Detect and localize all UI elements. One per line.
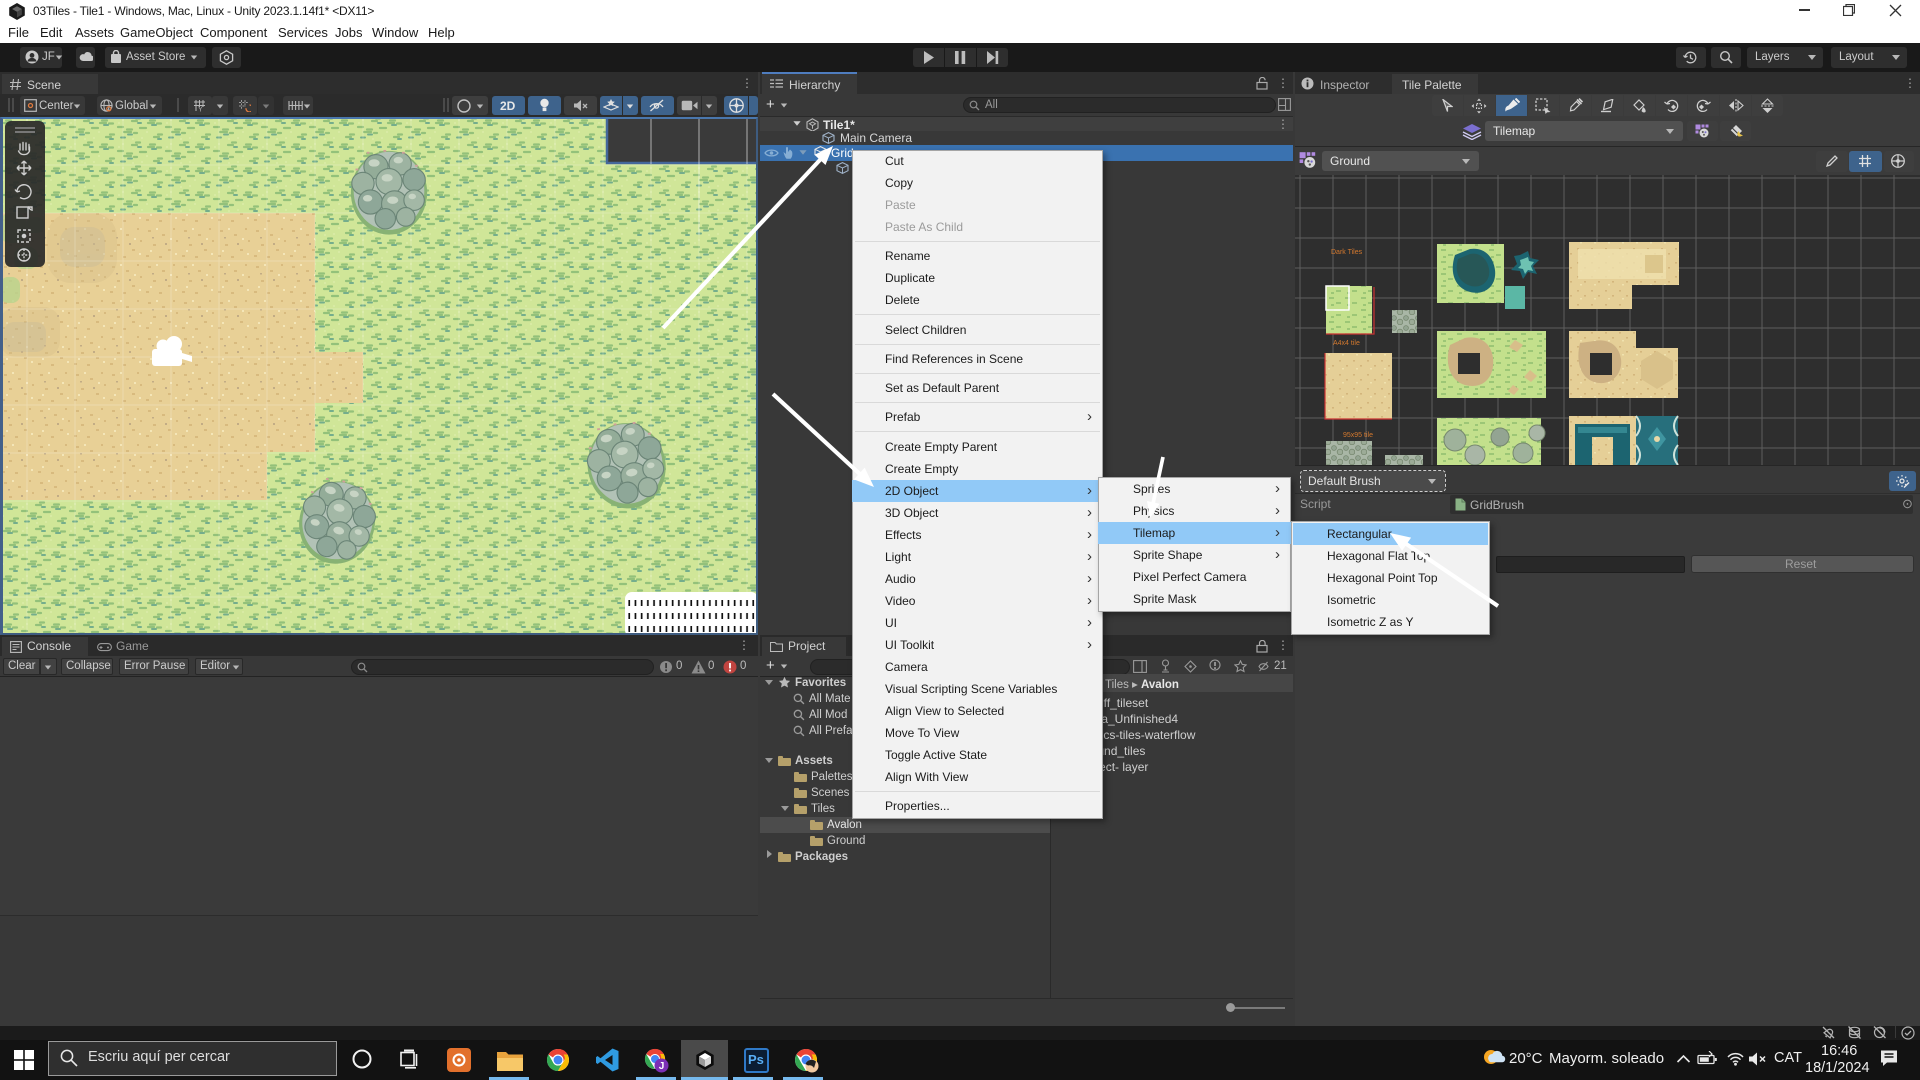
svg-text:Dark Tiles: Dark Tiles: [1331, 249, 1363, 256]
svg-text:Y: Y: [198, 107, 203, 112]
svg-text:A4x4 tile: A4x4 tile: [1333, 340, 1360, 347]
svg-text:95x95 tile: 95x95 tile: [1343, 432, 1373, 439]
svg-text:J: J: [659, 1061, 665, 1072]
